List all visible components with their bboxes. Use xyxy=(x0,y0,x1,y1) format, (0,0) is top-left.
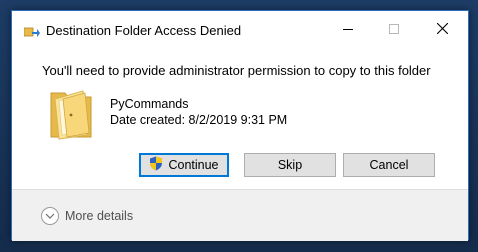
close-button[interactable] xyxy=(419,11,465,49)
uac-shield-icon xyxy=(149,156,163,174)
dialog-message: You'll need to provide administrator per… xyxy=(42,63,431,78)
skip-button[interactable]: Skip xyxy=(244,153,336,177)
folder-icon xyxy=(49,85,93,141)
minimize-icon xyxy=(343,21,353,39)
file-copy-dialog: Destination Folder Access Denied You'll … xyxy=(11,10,469,241)
window-title: Destination Folder Access Denied xyxy=(46,23,242,38)
folder-date-created: Date created: 8/2/2019 9:31 PM xyxy=(110,113,288,127)
continue-label: Continue xyxy=(168,158,219,172)
more-details-label: More details xyxy=(65,209,134,223)
minimize-button[interactable] xyxy=(325,11,371,49)
title-bar[interactable]: Destination Folder Access Denied xyxy=(12,11,468,51)
more-details-toggle[interactable]: More details xyxy=(41,207,133,225)
folder-name: PyCommands xyxy=(110,97,189,111)
cancel-button[interactable]: Cancel xyxy=(343,153,435,177)
chevron-down-icon xyxy=(41,207,59,225)
maximize-icon xyxy=(389,21,399,39)
close-icon xyxy=(436,21,448,39)
desktop-background: Destination Folder Access Denied You'll … xyxy=(0,0,478,252)
maximize-button[interactable] xyxy=(371,11,417,49)
copy-operation-icon xyxy=(23,25,40,37)
continue-button[interactable]: Continue xyxy=(139,153,229,177)
